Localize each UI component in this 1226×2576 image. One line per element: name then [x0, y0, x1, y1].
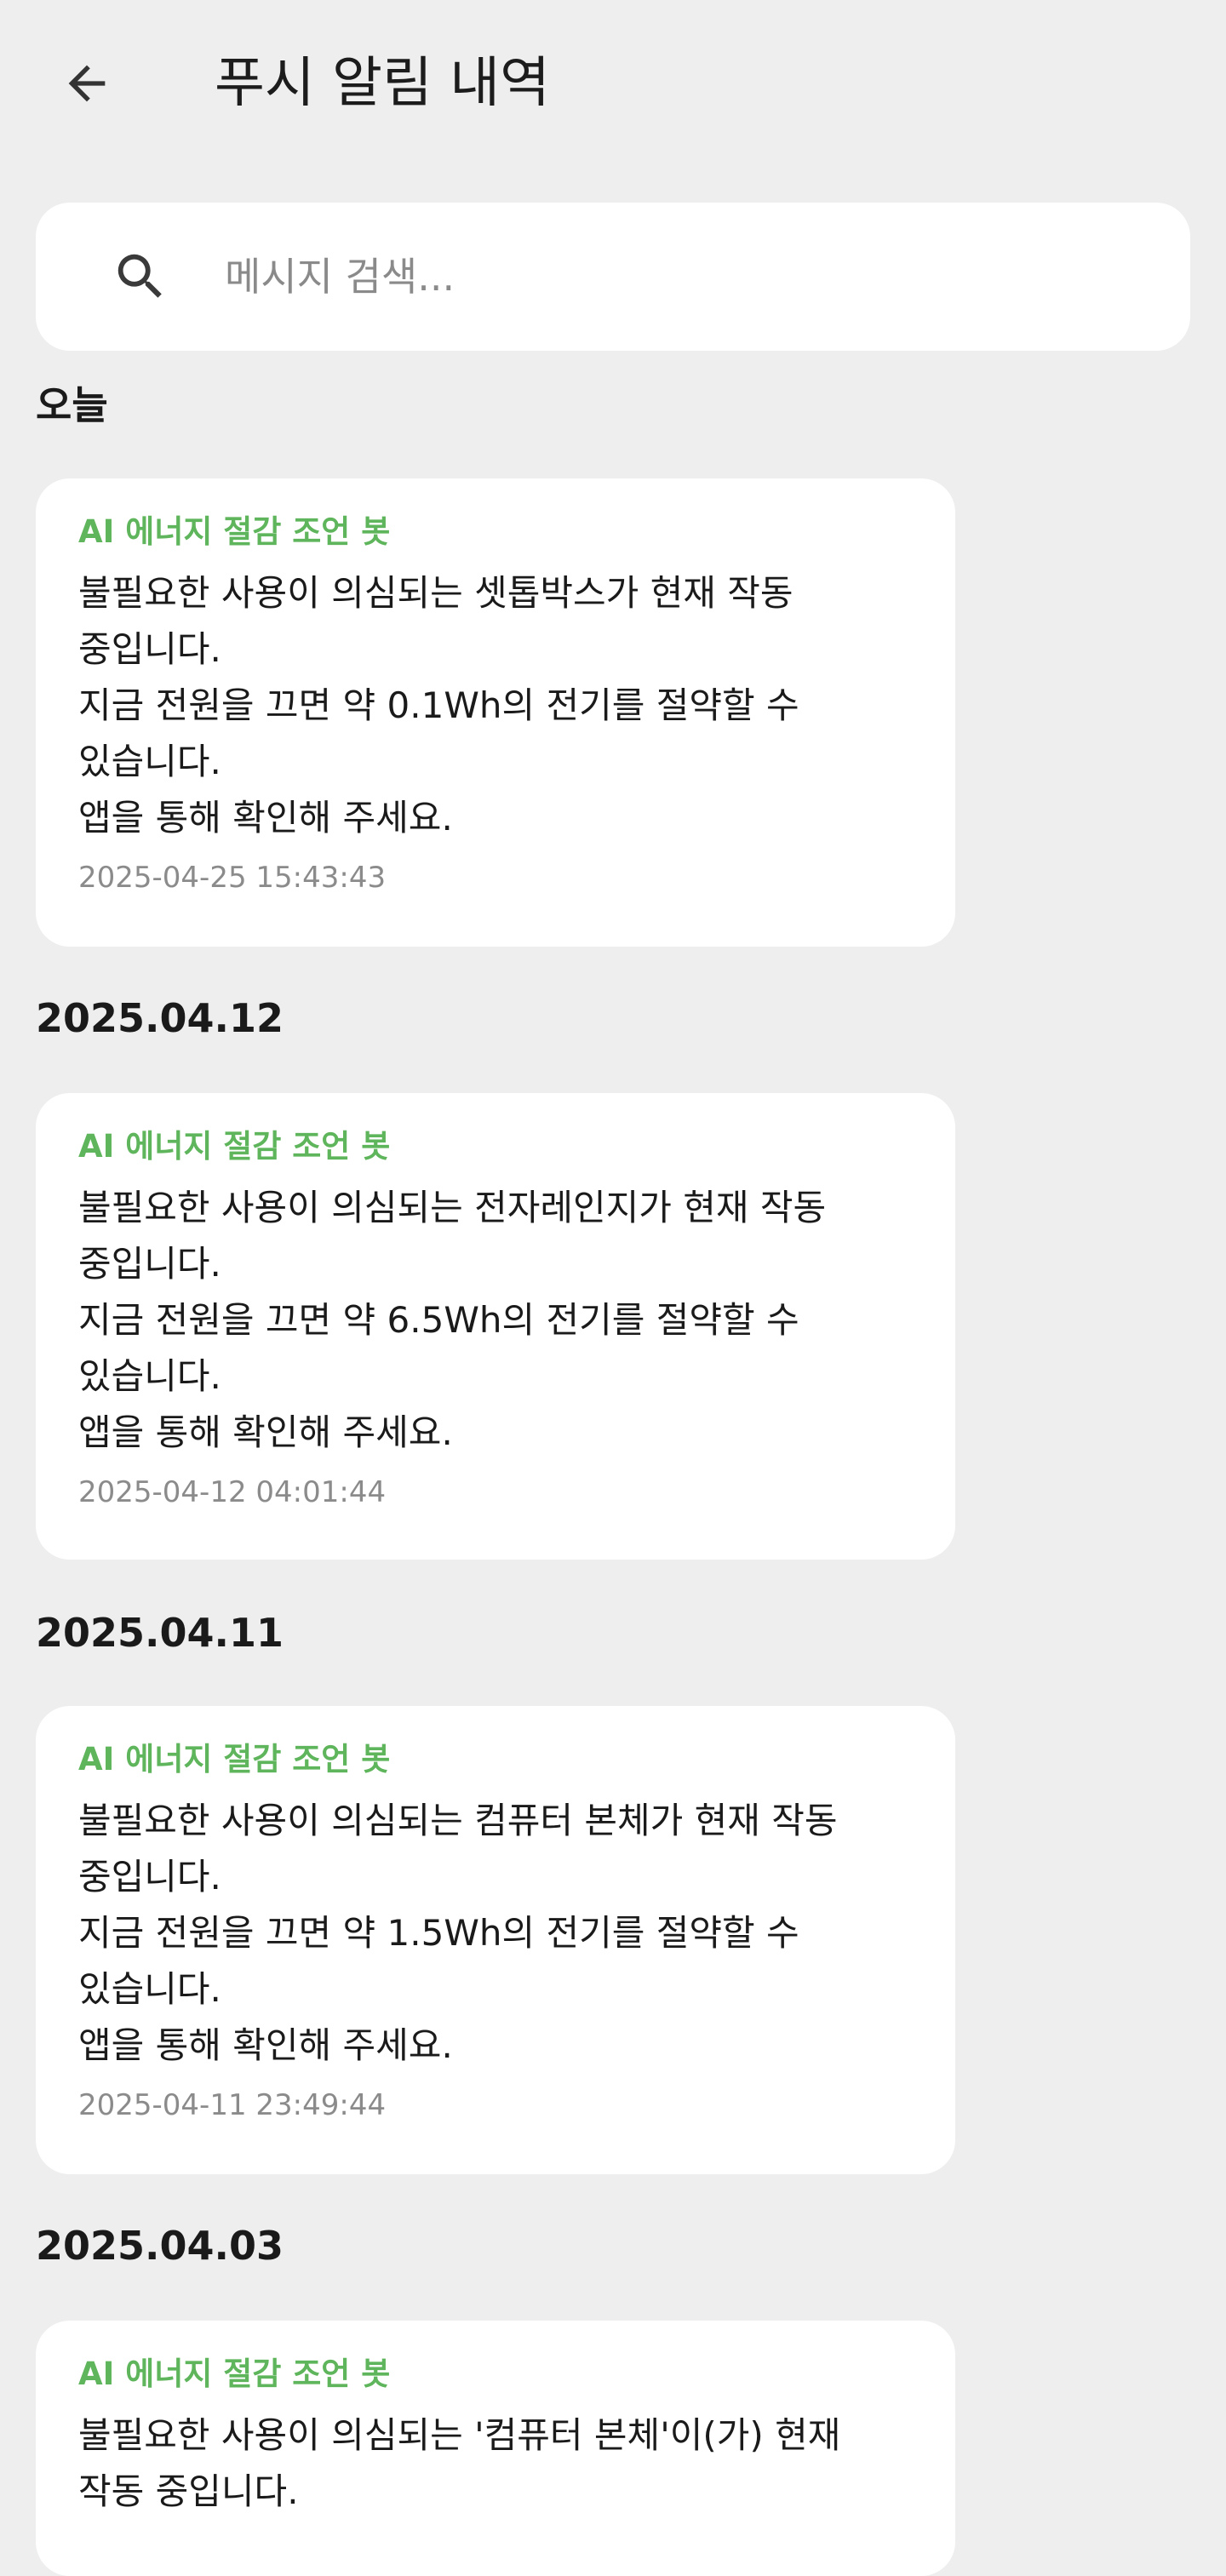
section-header-date: 2025.04.11: [36, 1610, 284, 1656]
notification-sender: AI 에너지 절감 조언 봇: [78, 1128, 391, 1165]
notification-message: 불필요한 사용이 의심되는 전자레인지가 현재 작동 중입니다. 지금 전원을 …: [78, 1187, 827, 1453]
notification-message: 불필요한 사용이 의심되는 셋톱박스가 현재 작동 중입니다. 지금 전원을 끄…: [78, 572, 799, 839]
notification-card[interactable]: AI 에너지 절감 조언 봇 불필요한 사용이 의심되는 셋톱박스가 현재 작동…: [36, 478, 955, 947]
search-box[interactable]: [36, 203, 1190, 351]
notification-sender: AI 에너지 절감 조언 봇: [78, 513, 391, 550]
notification-timestamp: 2025-04-12 04:01:44: [78, 1475, 387, 1509]
notification-message: 불필요한 사용이 의심되는 '컴퓨터 본체'이(가) 현재 작동 중입니다.: [78, 2414, 841, 2512]
notification-timestamp: 2025-04-11 23:49:44: [78, 2088, 387, 2122]
notification-card[interactable]: AI 에너지 절감 조언 봇 불필요한 사용이 의심되는 전자레인지가 현재 작…: [36, 1093, 955, 1560]
arrow-left-icon: [68, 65, 106, 102]
page-title: 푸시 알림 내역: [215, 52, 550, 115]
search-input[interactable]: [225, 240, 1144, 313]
notification-sender: AI 에너지 절감 조언 봇: [78, 1741, 391, 1777]
notification-message: 불필요한 사용이 의심되는 컴퓨터 본체가 현재 작동 중입니다. 지금 전원을…: [78, 1800, 838, 2066]
notification-card[interactable]: AI 에너지 절감 조언 봇 불필요한 사용이 의심되는 컴퓨터 본체가 현재 …: [36, 1706, 955, 2174]
app-bar: 푸시 알림 내역: [0, 0, 1226, 167]
search-icon: [117, 254, 162, 298]
section-header-date: 2025.04.12: [36, 995, 284, 1041]
back-button[interactable]: [51, 48, 123, 119]
section-header-date: 2025.04.03: [36, 2223, 284, 2269]
notification-card[interactable]: AI 에너지 절감 조언 봇 불필요한 사용이 의심되는 '컴퓨터 본체'이(가…: [36, 2321, 955, 2576]
section-header-today: 오늘: [36, 382, 108, 428]
notification-timestamp: 2025-04-25 15:43:43: [78, 861, 387, 895]
notification-sender: AI 에너지 절감 조언 봇: [78, 2356, 391, 2392]
